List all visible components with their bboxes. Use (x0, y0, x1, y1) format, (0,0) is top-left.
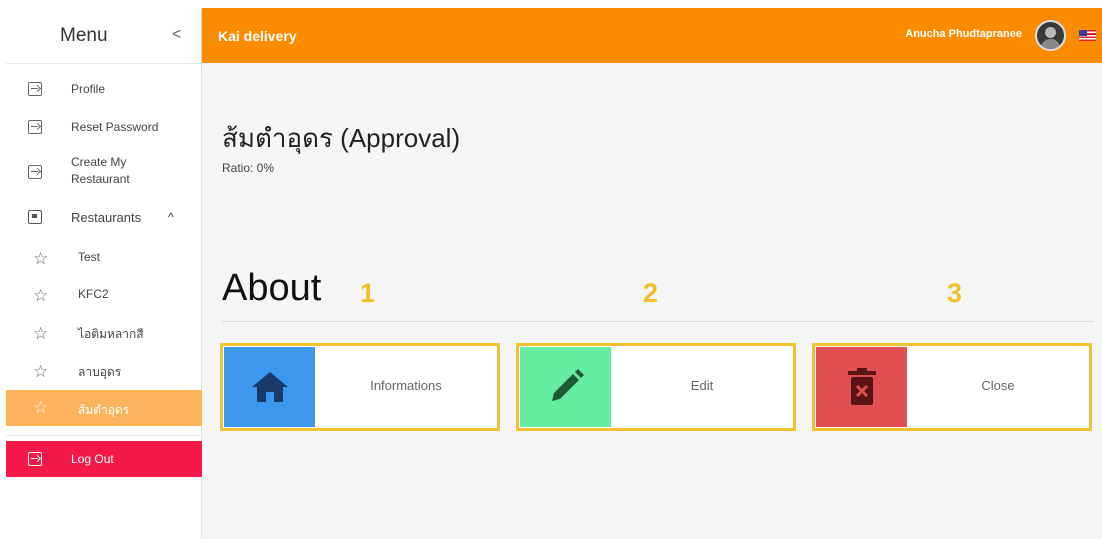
restaurant-item-label: ไอติมหลากสี (78, 327, 144, 341)
ratio-text: Ratio: 0% (222, 161, 275, 175)
home-icon (224, 347, 315, 427)
edit-card[interactable]: Edit (516, 343, 796, 431)
logout-label: Log Out (71, 452, 114, 466)
menu-header: Menu < (6, 8, 201, 64)
restaurant-item-label: ส้มตำอุดร (78, 403, 130, 417)
informations-card[interactable]: Informations (220, 343, 500, 431)
tray-icon (28, 210, 42, 224)
about-heading: About (222, 267, 322, 309)
close-card[interactable]: Close (812, 343, 1092, 431)
star-icon: ☆ (33, 323, 49, 343)
sidebar-item-reset-password[interactable]: Reset Password (6, 118, 202, 135)
sidebar-divider (6, 435, 202, 436)
top-bar: Kai delivery Anucha Phudtapranee (202, 8, 1102, 63)
user-name[interactable]: Anucha Phudtapranee (905, 28, 1022, 40)
login-icon (28, 82, 42, 96)
restaurant-item-label: ลาบอุดร (78, 365, 122, 379)
star-icon: ☆ (33, 248, 49, 268)
about-divider (222, 321, 1094, 322)
annotation-marker: 2 (643, 278, 659, 308)
sidebar-item-label: Profile (71, 82, 106, 96)
sidebar-item-profile[interactable]: Profile (6, 80, 202, 97)
star-icon: ☆ (33, 361, 49, 381)
sidebar-item-label: Reset Password (71, 120, 159, 134)
card-label: Close (981, 378, 1015, 393)
restaurant-item[interactable]: ☆ ลาบอุดร (6, 361, 202, 381)
menu-title: Menu (60, 25, 108, 46)
us-flag-icon[interactable] (1079, 30, 1096, 41)
login-icon (28, 452, 42, 466)
sidebar-item-restaurants[interactable]: Restaurants ^ (6, 208, 202, 225)
page-title: ส้มตำอุดร (Approval) (222, 123, 461, 153)
restaurant-item-active[interactable]: ☆ ส้มตำอุดร (6, 390, 202, 426)
annotation-marker: 3 (947, 278, 963, 308)
star-icon: ☆ (33, 285, 49, 305)
trash-icon (816, 347, 907, 427)
restaurant-item-label: KFC2 (78, 287, 109, 301)
sidebar-item-label: Create My Restaurant (71, 155, 130, 186)
restaurant-item[interactable]: ☆ Test (6, 248, 202, 268)
restaurant-item-label: Test (78, 250, 101, 264)
card-label: Edit (690, 378, 714, 393)
app-title[interactable]: Kai delivery (218, 28, 297, 44)
sidebar-item-label: Restaurants (71, 210, 142, 225)
main-content: ส้มตำอุดร (Approval) Ratio: 0% About 1 2… (202, 63, 1102, 539)
collapse-menu-button[interactable]: < (172, 26, 181, 44)
restaurant-item[interactable]: ☆ ไอติมหลากสี (6, 323, 202, 343)
annotation-marker: 1 (360, 278, 376, 308)
star-icon: ☆ (33, 398, 49, 417)
login-icon (28, 165, 42, 179)
login-icon (28, 120, 42, 134)
card-label: Informations (370, 378, 442, 393)
sidebar: Menu < Profile Reset Password Create My … (6, 8, 202, 539)
chevron-up-icon: ^ (168, 210, 174, 224)
pencil-icon (520, 347, 611, 427)
avatar[interactable] (1035, 20, 1066, 51)
logout-button[interactable]: Log Out (6, 441, 202, 477)
sidebar-item-create-restaurant[interactable]: Create My Restaurant (6, 154, 202, 188)
restaurant-item[interactable]: ☆ KFC2 (6, 285, 202, 305)
